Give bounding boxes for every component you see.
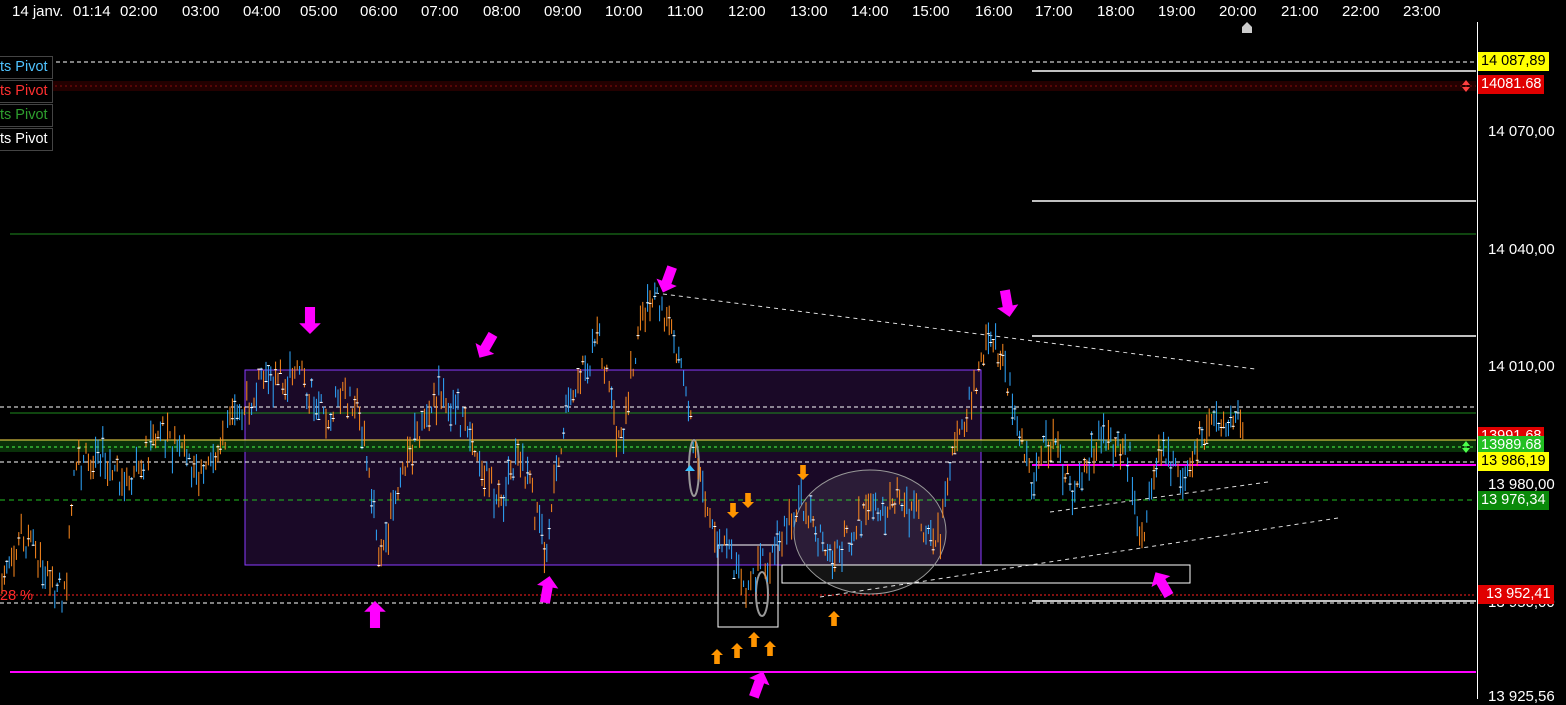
price-tag-top-yellow: 14 087,89 [1478,52,1549,71]
time-label: 14 janv. [12,3,64,20]
price-label: 14 070,00 [1488,123,1555,140]
current-price-band [0,440,1476,452]
percent-label: 28 % [0,588,34,604]
time-label: 13:00 [790,3,828,20]
price-tag-red-pivot[interactable]: 14081.68 [1478,75,1545,94]
time-label: 16:00 [975,3,1013,20]
arrow-marker-icon [997,289,1019,317]
arrow-marker-icon [711,649,723,664]
arrow-marker-icon [764,641,776,656]
drag-handle-icon[interactable] [1460,440,1472,454]
time-label: 15:00 [912,3,950,20]
time-label: 17:00 [1035,3,1073,20]
arrow-marker-icon [475,331,498,358]
arrow-marker-icon [1151,572,1174,599]
time-label: 14:00 [851,3,889,20]
price-tag-yellow-low: 13 986,19 [1478,452,1549,471]
pivot-label-white: ts Pivot [0,128,53,151]
price-chart[interactable] [0,0,1566,699]
time-label: 12:00 [728,3,766,20]
time-label: 11:00 [667,3,704,20]
time-label: 10:00 [605,3,643,20]
arrow-marker-icon [364,601,386,628]
time-label: 08:00 [483,3,521,20]
time-label: 18:00 [1097,3,1135,20]
trendline-down [654,292,1256,370]
arrow-marker-icon [299,307,321,334]
time-axis: 14 janv. 01:14 02:00 03:00 04:00 05:00 06:00 07… [0,0,1476,22]
time-label: 06:00 [360,3,398,20]
time-label: 07:00 [421,3,459,20]
price-tag-green-lower: 13 976,34 [1478,491,1549,510]
home-marker-icon[interactable] [1240,20,1254,34]
time-label: 09:00 [544,3,582,20]
time-label: 20:00 [1219,3,1257,20]
pivot-label-blue: ts Pivot [0,56,53,79]
time-label: 05:00 [300,3,338,20]
pivot-label-red: ts Pivot [0,80,53,103]
trendline-up-1 [1049,481,1269,513]
arrow-marker-icon [537,576,559,604]
time-label: 01:14 [73,3,111,20]
time-label: 04:00 [243,3,281,20]
time-label: 02:00 [120,3,158,20]
time-label: 19:00 [1158,3,1196,20]
drag-handle-icon[interactable] [1460,79,1472,93]
consolidation-ellipse [793,469,947,595]
price-tag-red-bottom: 13 952,41 [1478,585,1554,604]
pivot-label-green: ts Pivot [0,104,53,127]
time-label: 23:00 [1403,3,1441,20]
arrow-marker-icon [748,632,760,647]
red-pivot-band [0,81,1476,91]
small-ellipse-2 [755,571,769,617]
price-label: 13 925,56 [1488,688,1555,705]
arrow-marker-icon [731,643,743,658]
time-label: 03:00 [182,3,220,20]
price-label: 14 010,00 [1488,358,1555,375]
time-label: 22:00 [1342,3,1380,20]
price-label: 14 040,00 [1488,241,1555,258]
arrow-marker-icon [828,611,840,626]
time-label: 21:00 [1281,3,1319,20]
